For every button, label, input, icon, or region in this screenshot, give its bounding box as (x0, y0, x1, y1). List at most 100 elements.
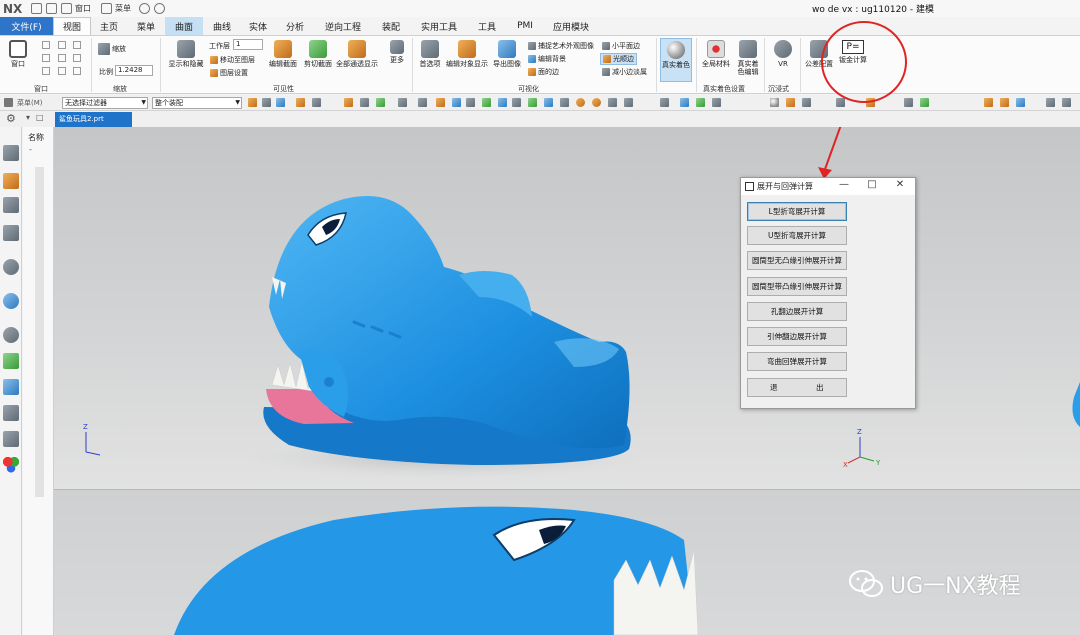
layout-grid-icon[interactable] (58, 41, 66, 49)
zoom-button[interactable]: 缩放 (98, 43, 126, 55)
more-button[interactable]: 更多 (386, 40, 408, 64)
snap-center-icon[interactable] (466, 98, 475, 107)
dialog-title-bar[interactable]: 展开与回弹计算 — □ ✕ (741, 178, 915, 195)
edit-section-button[interactable]: 编辑截面 (266, 40, 300, 68)
cylinder-no-flange-draw-button[interactable]: 圆筒型无凸缘引伸展开计算 (747, 251, 847, 270)
tab-curve[interactable]: 曲线 (203, 17, 241, 35)
constraint-navigator-icon[interactable] (3, 197, 19, 213)
cylinder-flange-draw-button[interactable]: 圆筒型带凸缘引伸展开计算 (747, 277, 847, 296)
edge-select-icon[interactable] (312, 98, 321, 107)
assembly-scope-select[interactable]: 整个装配 ▼ (152, 97, 242, 109)
show-hide-button[interactable]: 显示和隐藏 (166, 40, 206, 68)
layer-settings-button[interactable]: 图层设置 (210, 68, 248, 78)
perpendicular-icon[interactable] (624, 98, 633, 107)
snap-mid-icon[interactable] (452, 98, 461, 107)
tab-view[interactable]: 视图 (53, 17, 91, 35)
l-bend-unfold-button[interactable]: L型折弯展开计算 (747, 202, 847, 221)
minimize-icon[interactable]: — (837, 179, 851, 190)
gear-icon[interactable]: ⚙ (6, 112, 16, 125)
grid-icon[interactable] (920, 98, 929, 107)
draw-flange-unfold-button[interactable]: 引伸翻边展开计算 (747, 327, 847, 346)
face-select-icon[interactable] (296, 98, 305, 107)
filter-icon[interactable] (276, 98, 285, 107)
work-layer-select[interactable]: 1 (233, 39, 263, 50)
tool-icon[interactable] (1062, 98, 1071, 107)
scale-input[interactable]: 1.2428 (115, 65, 153, 76)
line-icon[interactable] (482, 98, 491, 107)
true-shading-button[interactable]: 真实着色 (660, 38, 692, 82)
system-material-icon[interactable] (3, 405, 19, 421)
close-icon[interactable]: ✕ (893, 179, 907, 190)
layout-grid-icon[interactable] (73, 67, 81, 75)
menu-label[interactable]: 菜单(M) (17, 98, 43, 108)
layout-grid-icon[interactable] (73, 54, 81, 62)
layout-grid-icon[interactable] (42, 41, 50, 49)
tab-applications[interactable]: 应用模块 (543, 17, 599, 35)
menu-icon[interactable] (4, 98, 13, 107)
navigator-scrollbar[interactable] (35, 167, 44, 497)
reuse-library-icon[interactable] (3, 259, 19, 275)
tab-analysis[interactable]: 分析 (275, 17, 315, 35)
sphere-icon[interactable] (770, 98, 779, 107)
vr-button[interactable]: VR (772, 40, 794, 68)
snap-icon[interactable] (248, 98, 257, 107)
layout-grid-icon[interactable] (42, 67, 50, 75)
tab-surface[interactable]: 曲面 (165, 17, 203, 35)
brush-icon[interactable] (1000, 98, 1009, 107)
tab-solid[interactable]: 实体 (241, 17, 275, 35)
assembly-navigator-icon[interactable] (3, 173, 19, 189)
intersect-icon[interactable] (560, 98, 569, 107)
graphics-window[interactable]: Z Z X Y (54, 127, 1080, 490)
snap-end-icon[interactable] (436, 98, 445, 107)
spline-icon[interactable] (528, 98, 537, 107)
preferences-button[interactable]: 首选项 (417, 40, 443, 68)
body-select-icon[interactable] (344, 98, 353, 107)
quick-window-label[interactable]: 窗口 (75, 3, 91, 14)
selection-filter-select[interactable]: 无选择过滤器 ▼ (62, 97, 148, 109)
view-orient-icon[interactable] (712, 98, 721, 107)
select-icon[interactable] (262, 98, 271, 107)
render-mode-icon[interactable] (660, 98, 669, 107)
new-file-icon[interactable] (31, 3, 42, 14)
quick-menu-label[interactable]: 菜单 (115, 3, 131, 14)
window-button[interactable]: 窗口 (5, 40, 31, 68)
part-navigator-icon[interactable] (3, 145, 19, 161)
export-image-button[interactable]: 导出图像 (490, 40, 524, 68)
shaded-icon[interactable] (680, 98, 689, 107)
curve-icon[interactable] (498, 98, 507, 107)
web-browser-icon[interactable] (3, 293, 19, 309)
all-transparent-button[interactable]: 全部通透显示 (334, 40, 380, 68)
move-to-layer-button[interactable]: 移动至图层 (210, 55, 255, 65)
clip-section-button[interactable]: 剪切截面 (301, 40, 335, 68)
arc-icon[interactable] (512, 98, 521, 107)
small-plane-edges-button[interactable]: 小平面边 (602, 41, 640, 51)
layout-grid-icon[interactable] (58, 54, 66, 62)
true-shading-edit-button[interactable]: 真实着色编辑 (734, 40, 762, 76)
exit-button[interactable]: 退 出 (747, 378, 847, 397)
snap-point-icon[interactable] (418, 98, 427, 107)
maximize-icon[interactable]: □ (865, 179, 879, 190)
pin-icon[interactable]: ▾ (26, 113, 30, 122)
tab-file[interactable]: 文件(F) (0, 17, 53, 35)
color-icon[interactable] (786, 98, 795, 107)
feature-select-icon[interactable] (376, 98, 385, 107)
capture-art-button[interactable]: 捕捉艺术外观图像 (528, 41, 594, 51)
part-icon[interactable] (3, 225, 19, 241)
layout-grid-icon[interactable] (73, 41, 81, 49)
hole-flange-unfold-button[interactable]: 孔翻边展开计算 (747, 302, 847, 321)
tab-reverse-engineering[interactable]: 逆向工程 (315, 17, 371, 35)
cross-icon[interactable] (608, 98, 617, 107)
document-tab[interactable]: 鲨鱼玩具2.prt (55, 112, 132, 127)
tangent-icon[interactable] (544, 98, 553, 107)
bend-springback-button[interactable]: 弯曲回弹展开计算 (747, 352, 847, 371)
wireframe-icon[interactable] (696, 98, 705, 107)
smooth-edges-button[interactable]: 光顺边 (600, 53, 637, 65)
process-studio-icon[interactable] (3, 431, 19, 447)
graphics-window-secondary[interactable] (54, 490, 1080, 635)
quadrant-icon[interactable] (592, 98, 601, 107)
circle-icon[interactable] (576, 98, 585, 107)
reduce-edges-button[interactable]: 减小边淡属 (602, 67, 647, 77)
palette-icon[interactable] (3, 353, 19, 369)
layout-grid-icon[interactable] (58, 67, 66, 75)
snap-grid-icon[interactable] (984, 98, 993, 107)
